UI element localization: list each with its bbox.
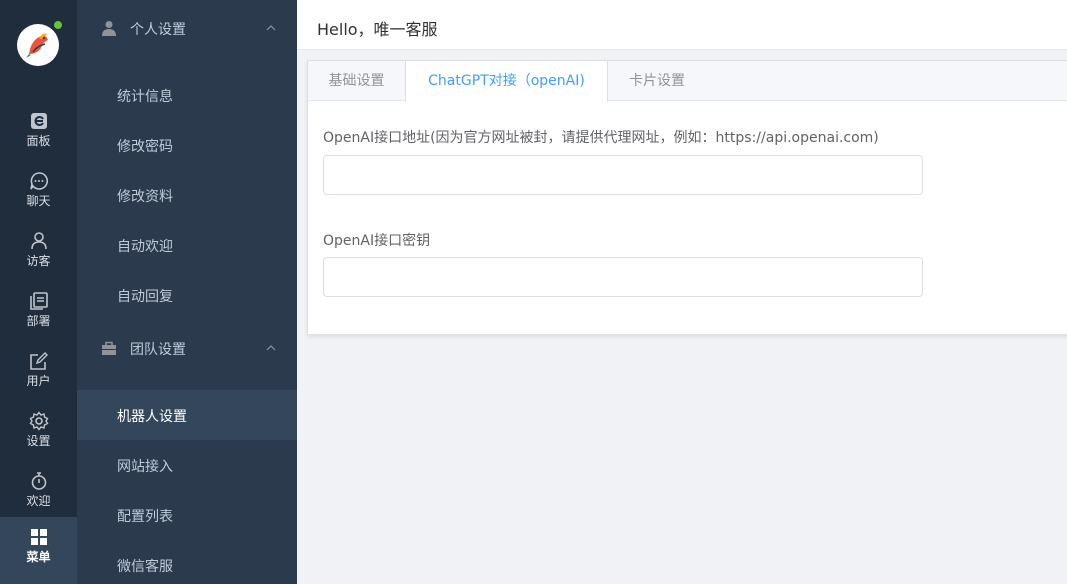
avatar[interactable] <box>17 24 59 66</box>
rail-label: 设置 <box>26 434 51 448</box>
menu-item-label: 微信客服 <box>117 559 173 575</box>
menu-item-auto-reply[interactable]: 自动回复 <box>77 270 297 320</box>
settings-tabs: 基础设置 ChatGPT对接（openAI) 卡片设置 <box>308 61 1067 102</box>
stopwatch-icon <box>31 472 46 490</box>
deploy-icon <box>29 292 48 310</box>
rail-label: 部署 <box>26 314 51 328</box>
rail-label: 聊天 <box>26 194 51 208</box>
menu-item-statistics[interactable]: 统计信息 <box>77 70 297 120</box>
menu-item-robot-settings[interactable]: 机器人设置 <box>77 390 297 440</box>
person-icon <box>102 21 116 36</box>
menu-item-label: 自动回复 <box>117 289 173 305</box>
rail-label: 欢迎 <box>26 494 51 508</box>
chat-icon <box>29 172 48 190</box>
api-url-label: OpenAI接口地址(因为官方网址被封，请提供代理网址，例如：https://a… <box>323 130 879 146</box>
rail-label: 菜单 <box>26 550 51 564</box>
rail-item-user[interactable]: 用户 <box>0 345 77 405</box>
rail-item-visitor[interactable]: 访客 <box>0 225 77 285</box>
menu-item-label: 网站接入 <box>117 459 173 475</box>
grid-icon <box>30 529 47 545</box>
rail-item-dashboard[interactable]: 面板 <box>0 105 77 165</box>
top-header: Hello，唯一客服 <box>297 0 1067 50</box>
rail-item-settings[interactable]: 设置 <box>0 405 77 465</box>
menu-item-label: 修改资料 <box>117 189 173 205</box>
menu-item-label: 机器人设置 <box>117 409 187 425</box>
rail-item-welcome[interactable]: 欢迎 <box>0 465 77 525</box>
chevron-up-icon <box>266 345 276 351</box>
menu-item-wechat-service[interactable]: 微信客服 <box>77 540 297 584</box>
tab-card-settings[interactable]: 卡片设置 <box>608 61 706 101</box>
rail-label: 访客 <box>26 254 51 268</box>
menu-item-label: 自动欢迎 <box>117 239 173 255</box>
menu-item-site-integration[interactable]: 网站接入 <box>77 440 297 490</box>
rail-item-chat[interactable]: 聊天 <box>0 165 77 225</box>
api-key-input[interactable] <box>323 257 923 297</box>
user-edit-icon <box>29 352 48 370</box>
tab-basic-settings[interactable]: 基础设置 <box>308 61 405 101</box>
group-team-settings[interactable]: 团队设置 <box>77 320 297 376</box>
group-title-label: 团队设置 <box>130 342 186 358</box>
icon-rail: 面板 聊天 访客 部署 用户 设置 欢迎 菜单 <box>0 0 77 584</box>
api-url-input[interactable] <box>323 155 923 195</box>
rail-label: 面板 <box>26 134 51 148</box>
group-title-label: 个人设置 <box>130 22 186 38</box>
greeting-text: Hello，唯一客服 <box>317 20 438 39</box>
rail-item-menu[interactable]: 菜单 <box>0 517 77 584</box>
visitor-icon <box>30 232 47 250</box>
menu-item-edit-profile[interactable]: 修改资料 <box>77 170 297 220</box>
api-key-label: OpenAI接口密钥 <box>323 233 431 249</box>
online-status-dot <box>53 20 63 30</box>
chevron-up-icon <box>266 25 276 31</box>
rail-item-deploy[interactable]: 部署 <box>0 285 77 345</box>
briefcase-icon <box>102 341 116 355</box>
menu-item-label: 统计信息 <box>117 89 173 105</box>
group-personal-settings[interactable]: 个人设置 <box>77 0 297 56</box>
dashboard-icon <box>30 113 47 129</box>
menu-item-auto-welcome[interactable]: 自动欢迎 <box>77 220 297 270</box>
tab-chatgpt-openai[interactable]: ChatGPT对接（openAI) <box>405 61 608 102</box>
robot-settings-card: 基础设置 ChatGPT对接（openAI) 卡片设置 OpenAI接口地址(因… <box>307 60 1067 335</box>
gear-icon <box>29 411 48 431</box>
menu-item-config-list[interactable]: 配置列表 <box>77 490 297 540</box>
menu-item-change-password[interactable]: 修改密码 <box>77 120 297 170</box>
rail-label: 用户 <box>26 374 51 388</box>
menu-item-label: 配置列表 <box>117 509 173 525</box>
settings-submenu: 个人设置 统计信息 修改密码 修改资料 自动欢迎 自动回复 团队设置 机器人设置… <box>77 0 297 584</box>
bird-logo-icon <box>18 25 58 65</box>
menu-item-label: 修改密码 <box>117 139 173 155</box>
